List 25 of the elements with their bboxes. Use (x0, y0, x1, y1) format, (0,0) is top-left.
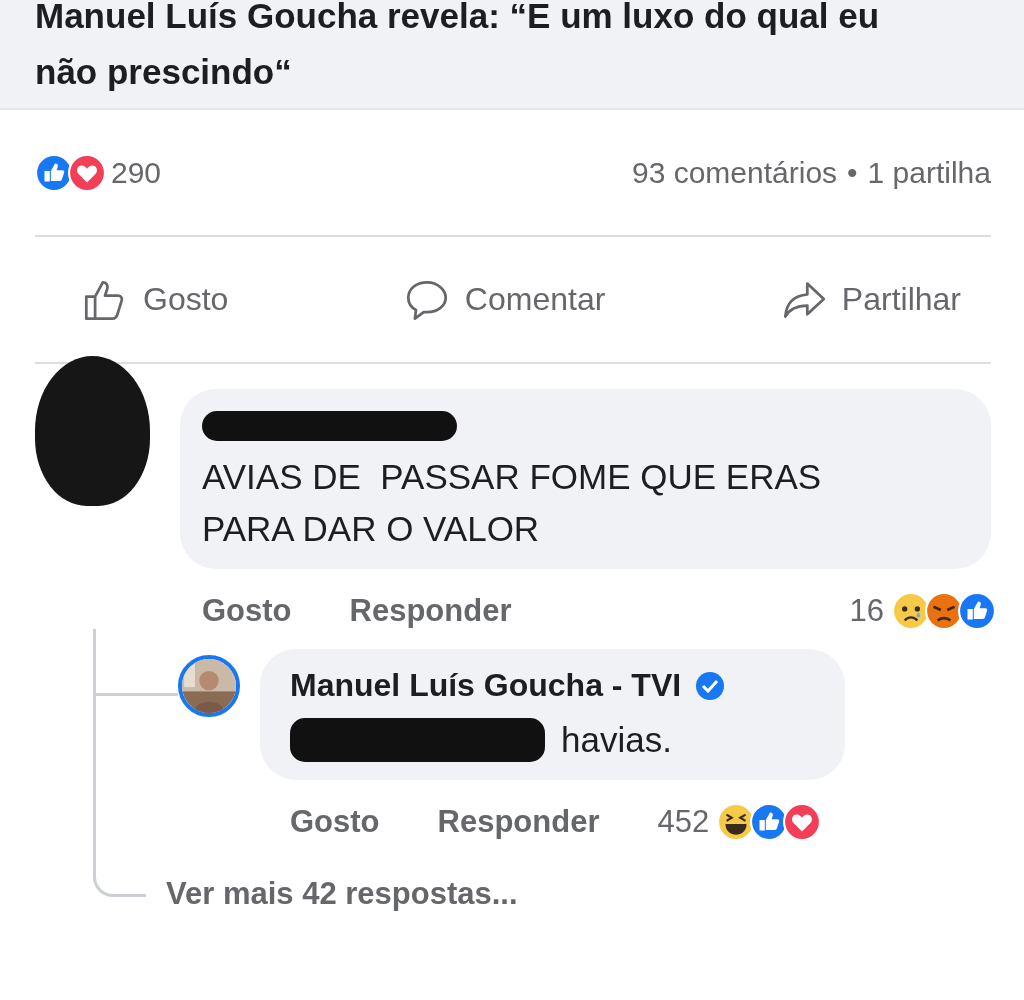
like-reaction-icon (35, 153, 73, 192)
sad-face-icon (892, 592, 930, 630)
reply-action-link[interactable]: Gosto (290, 804, 380, 840)
like-button[interactable]: Gosto (83, 277, 229, 322)
heart-reaction-icon (68, 153, 106, 192)
share-button[interactable]: Partilhar (781, 277, 961, 322)
comment-text: AVIAS DE PASSAR FOME QUE ERAS PARA DAR O VALOR (202, 456, 823, 550)
comment-action-link[interactable]: Responder (349, 593, 512, 629)
heart-reaction-icon (783, 803, 822, 841)
comment-count[interactable]: 93 comentários (631, 155, 838, 190)
post-title: Manuel Luís Goucha revela: “E um luxo do qual eu não prescindo“ (35, 0, 881, 93)
reaction-count: 16 (849, 593, 884, 629)
reaction-count: 290 (111, 155, 162, 190)
comment-button[interactable]: Comentar (404, 277, 606, 322)
author-name[interactable]: Manuel Luís Goucha - TVI (290, 667, 682, 704)
share-count[interactable]: 1 partilha (867, 155, 991, 190)
more-replies-link[interactable]: Ver mais 42 respostas... (166, 876, 518, 912)
angry-face-icon (925, 592, 963, 630)
separator-dot: • (847, 155, 858, 190)
comment-action-link[interactable]: Gosto (202, 593, 292, 629)
reaction-count: 452 (657, 804, 710, 840)
like-reaction-icon (958, 592, 996, 630)
avatar[interactable] (178, 655, 240, 717)
reply-text: havias. (561, 719, 672, 761)
reply-action-link[interactable]: Responder (437, 804, 600, 840)
